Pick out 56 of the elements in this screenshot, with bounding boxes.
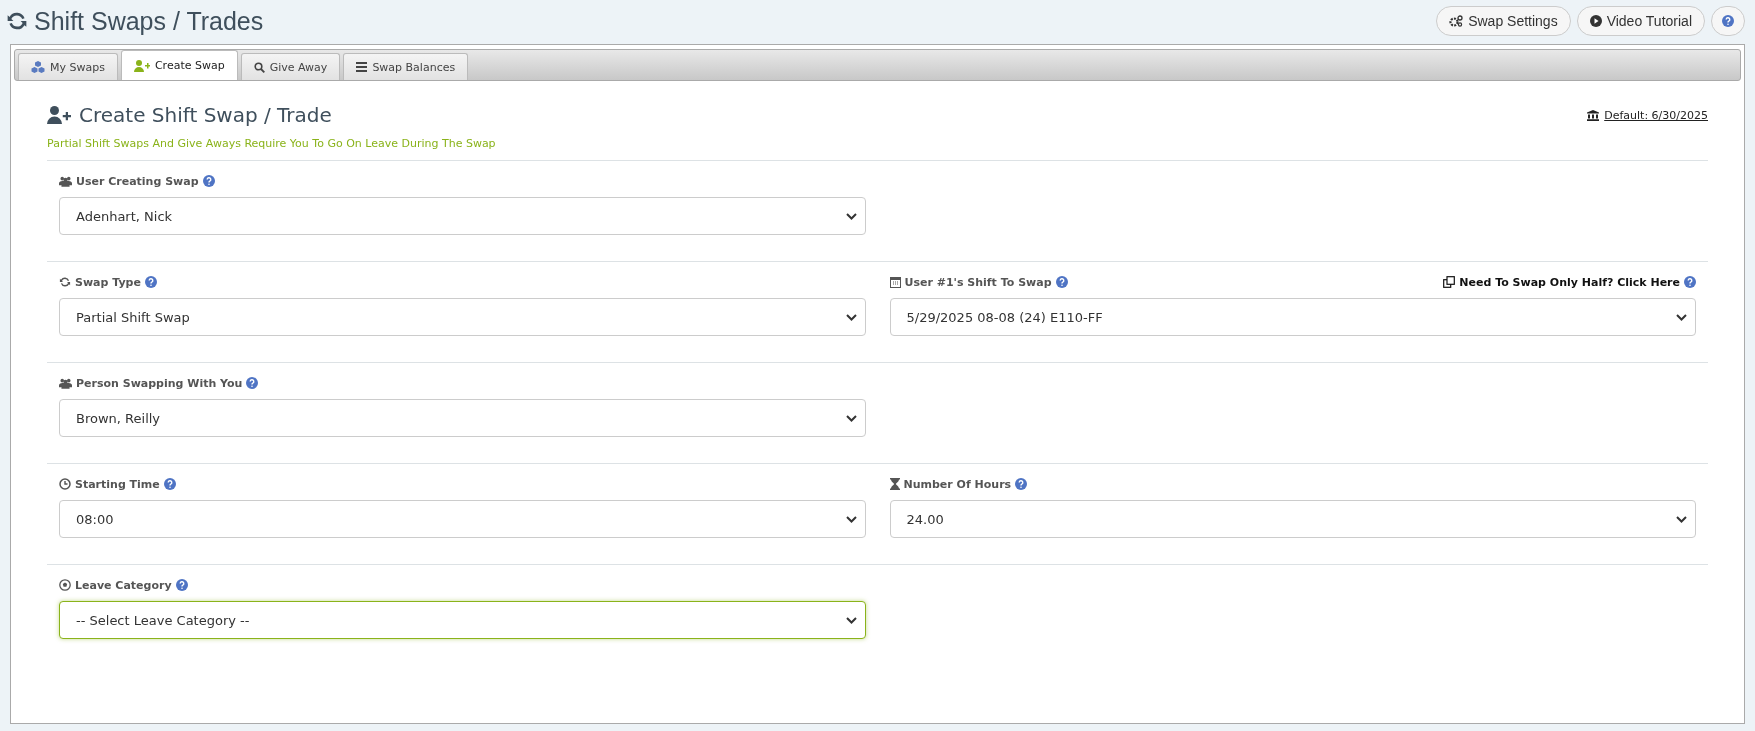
select-field[interactable]: Partial Shift Swap bbox=[59, 298, 866, 336]
help-button[interactable] bbox=[1711, 6, 1745, 36]
select-field[interactable]: Brown, Reilly bbox=[59, 399, 866, 437]
chevron-down-icon bbox=[1676, 515, 1687, 523]
select-field[interactable]: -- Select Leave Category -- bbox=[59, 601, 866, 639]
select-field[interactable]: 08:00 bbox=[59, 500, 866, 538]
list-icon bbox=[356, 62, 368, 72]
help-icon[interactable] bbox=[1684, 276, 1696, 288]
tab[interactable]: Give Away bbox=[240, 53, 341, 80]
field-label: Person Swapping With You bbox=[76, 376, 243, 390]
help-icon[interactable] bbox=[1055, 276, 1068, 288]
default-date-link[interactable]: Default: 6/30/2025 bbox=[1604, 108, 1708, 122]
copy-icon bbox=[1443, 276, 1456, 288]
bank-icon bbox=[1587, 109, 1600, 121]
notice-text: Partial Shift Swaps And Give Aways Require You To Go On Leave During The Swap bbox=[47, 137, 497, 150]
play-icon bbox=[1589, 15, 1602, 27]
select-field[interactable]: 5/29/2025 08-08 (24) E110-FF bbox=[889, 298, 1696, 336]
header-button[interactable]: Swap Settings bbox=[1436, 6, 1571, 36]
soccer-ball-icon bbox=[59, 579, 71, 591]
chevron-down-icon bbox=[845, 515, 857, 523]
help-icon[interactable] bbox=[163, 478, 176, 490]
tab[interactable]: My Swaps bbox=[18, 53, 118, 80]
help-icon[interactable] bbox=[202, 175, 215, 187]
field-label: Starting Time bbox=[75, 477, 160, 491]
field-label: User Creating Swap bbox=[76, 174, 199, 188]
page-title: Shift Swaps / Trades bbox=[34, 6, 264, 36]
chevron-down-icon bbox=[845, 414, 857, 422]
calendar-icon bbox=[889, 276, 901, 288]
chevron-down-icon bbox=[845, 212, 857, 220]
chevron-down-icon bbox=[845, 313, 857, 321]
user-plus-icon bbox=[47, 106, 71, 124]
search-icon bbox=[253, 61, 265, 73]
chevron-down-icon bbox=[845, 616, 857, 624]
select-field[interactable]: 24.00 bbox=[889, 500, 1696, 538]
help-icon[interactable] bbox=[1015, 478, 1028, 490]
cubes-icon bbox=[31, 61, 45, 73]
refresh-icon bbox=[6, 10, 28, 32]
help-icon[interactable] bbox=[246, 377, 259, 389]
hourglass-icon bbox=[889, 478, 900, 490]
header-button[interactable]: Video Tutorial bbox=[1576, 6, 1705, 36]
help-icon[interactable] bbox=[175, 579, 188, 591]
field-label: Swap Type bbox=[75, 275, 141, 289]
chevron-down-icon bbox=[1676, 313, 1687, 321]
tab[interactable]: Create Swap bbox=[120, 50, 238, 80]
refresh-icon bbox=[59, 276, 71, 288]
swap-half-link[interactable]: Need To Swap Only Half? Click Here bbox=[1459, 275, 1680, 289]
help-icon[interactable] bbox=[1722, 15, 1734, 27]
tab[interactable]: Swap Balances bbox=[343, 53, 469, 80]
field-label: Number Of Hours bbox=[903, 477, 1012, 491]
user-plus-icon bbox=[133, 59, 150, 72]
field-label: Leave Category bbox=[75, 578, 172, 592]
select-field[interactable]: Adenhart, Nick bbox=[59, 197, 866, 235]
form-title: Create Shift Swap / Trade bbox=[79, 103, 332, 127]
field-label: User #1's Shift To Swap bbox=[904, 275, 1052, 289]
clock-icon bbox=[59, 478, 71, 490]
help-icon[interactable] bbox=[144, 276, 157, 288]
